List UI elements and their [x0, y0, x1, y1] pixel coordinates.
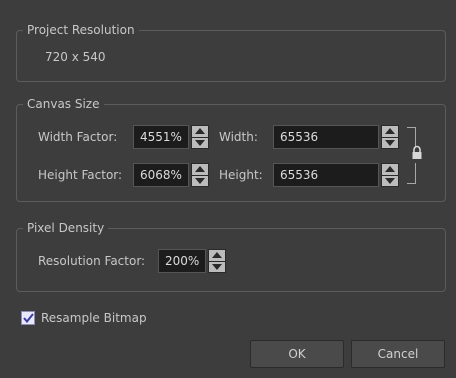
- width-spinner[interactable]: [381, 125, 399, 149]
- height-spinner[interactable]: [381, 163, 399, 187]
- triangle-up-icon: [195, 166, 205, 173]
- width-factor-label: Width Factor:: [38, 130, 118, 144]
- canvas-size-group: Canvas Size Width Factor: 4551% Width: 6…: [16, 96, 446, 202]
- width-decrement-button[interactable]: [381, 137, 399, 149]
- triangle-up-icon: [195, 128, 205, 135]
- pixel-density-title: Pixel Density: [23, 220, 109, 236]
- width-factor-input[interactable]: 4551%: [133, 125, 189, 149]
- height-factor-increment-button[interactable]: [191, 163, 209, 176]
- height-factor-decrement-button[interactable]: [191, 175, 209, 187]
- project-resolution-value: 720 x 540: [45, 50, 106, 64]
- width-increment-button[interactable]: [381, 125, 399, 138]
- dialog: Project Resolution 720 x 540 Canvas Size…: [0, 0, 456, 378]
- height-factor-label: Height Factor:: [38, 168, 123, 182]
- lock-icon[interactable]: [411, 145, 423, 161]
- resample-bitmap-label[interactable]: Resample Bitmap: [41, 310, 147, 326]
- triangle-up-icon: [212, 252, 222, 259]
- pixel-density-group: Pixel Density Resolution Factor: 200%: [16, 220, 446, 292]
- height-factor-spinner[interactable]: [191, 163, 209, 187]
- width-factor-spinner[interactable]: [191, 125, 209, 149]
- width-factor-decrement-button[interactable]: [191, 137, 209, 149]
- width-factor-increment-button[interactable]: [191, 125, 209, 138]
- ok-button[interactable]: OK: [250, 340, 344, 368]
- height-decrement-button[interactable]: [381, 175, 399, 187]
- triangle-down-icon: [195, 139, 205, 146]
- aspect-ratio-bracket-bottom: [407, 163, 416, 184]
- triangle-down-icon: [385, 177, 395, 184]
- project-resolution-title: Project Resolution: [23, 22, 139, 38]
- width-input[interactable]: 65536: [273, 125, 379, 149]
- height-input[interactable]: 65536: [273, 163, 379, 187]
- resolution-factor-label: Resolution Factor:: [38, 254, 146, 268]
- height-increment-button[interactable]: [381, 163, 399, 176]
- resample-bitmap-checkbox[interactable]: [21, 311, 35, 325]
- width-label: Width:: [219, 130, 258, 144]
- canvas-size-title: Canvas Size: [23, 96, 104, 112]
- cancel-button[interactable]: Cancel: [351, 340, 445, 368]
- resolution-factor-input[interactable]: 200%: [158, 249, 206, 273]
- height-factor-input[interactable]: 6068%: [133, 163, 189, 187]
- project-resolution-group: Project Resolution 720 x 540: [16, 22, 446, 82]
- triangle-up-icon: [385, 166, 395, 173]
- height-label: Height:: [219, 168, 263, 182]
- checkmark-icon: [22, 313, 34, 323]
- triangle-down-icon: [385, 139, 395, 146]
- resolution-factor-spinner[interactable]: [208, 249, 226, 273]
- resolution-factor-decrement-button[interactable]: [208, 261, 226, 273]
- triangle-down-icon: [195, 177, 205, 184]
- triangle-down-icon: [212, 263, 222, 270]
- resolution-factor-increment-button[interactable]: [208, 249, 226, 262]
- triangle-up-icon: [385, 128, 395, 135]
